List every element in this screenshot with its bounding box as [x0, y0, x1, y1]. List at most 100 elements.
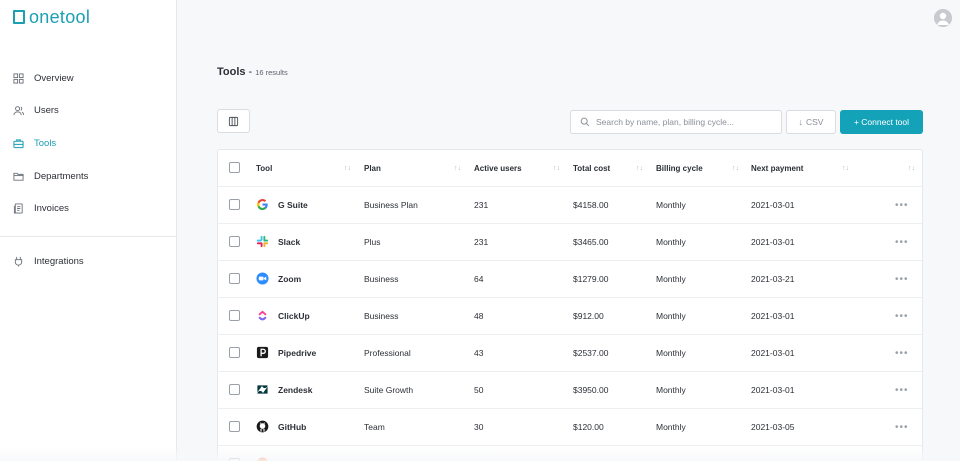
column-header-total-cost[interactable]: Total cost	[573, 150, 610, 186]
total-cost-cell: $3465.00	[573, 237, 609, 247]
briefcase-icon	[13, 138, 24, 149]
sort-icon[interactable]: ↑↓	[908, 150, 915, 186]
plan-cell: Suite Growth	[364, 385, 414, 395]
more-options-icon[interactable]: •••	[895, 335, 909, 371]
column-header-tool[interactable]: Tool	[256, 150, 272, 186]
tool-name[interactable]: Postman	[278, 446, 314, 461]
table-row[interactable]: Zoom Business 64 $1279.00 Monthly 2021-0…	[218, 261, 922, 298]
more-options-icon[interactable]: •••	[895, 446, 909, 461]
search-box[interactable]	[570, 110, 782, 134]
column-view-toggle-button[interactable]	[217, 109, 250, 133]
table-row[interactable]: ClickUp Business 48 $912.00 Monthly 2021…	[218, 298, 922, 335]
primary-nav: Overview Users Tools Departments Invoice…	[0, 62, 176, 225]
total-cost-cell: $4158.00	[573, 200, 609, 210]
tool-name[interactable]: Zendesk	[278, 372, 313, 408]
column-header-next-payment[interactable]: Next payment	[751, 150, 803, 186]
more-options-icon[interactable]: •••	[895, 298, 909, 334]
plan-cell: Team	[364, 446, 385, 461]
total-cost-cell: $912.00	[573, 311, 604, 321]
plan-cell: Business	[364, 311, 399, 321]
sort-icon[interactable]: ↑↓	[344, 150, 351, 186]
sidebar-item-label: Integrations	[34, 255, 84, 267]
more-options-icon[interactable]: •••	[895, 372, 909, 408]
row-checkbox[interactable]	[229, 421, 240, 432]
plan-cell: Team	[364, 422, 385, 432]
tools-table: Tool ↑↓ Plan ↑↓ Active users ↑↓ Total co…	[217, 149, 923, 461]
table-row[interactable]: G Suite Business Plan 231 $4158.00 Month…	[218, 187, 922, 224]
table-row[interactable]: Slack Plus 231 $3465.00 Monthly 2021-03-…	[218, 224, 922, 261]
sort-icon[interactable]: ↑↓	[842, 150, 849, 186]
more-options-icon[interactable]: •••	[895, 187, 909, 223]
active-users-cell: 30	[474, 446, 483, 461]
search-icon	[580, 117, 590, 127]
page-title-separator: -	[248, 66, 253, 78]
row-checkbox[interactable]	[229, 310, 240, 321]
search-input[interactable]	[596, 117, 771, 127]
total-cost-cell: $450.00	[573, 446, 604, 461]
table-header-row: Tool ↑↓ Plan ↑↓ Active users ↑↓ Total co…	[218, 150, 922, 187]
more-options-icon[interactable]: •••	[895, 409, 909, 445]
table-row[interactable]: GitHub Team 30 $120.00 Monthly 2021-03-0…	[218, 409, 922, 446]
next-payment-cell: 2021-03-01	[751, 385, 795, 395]
billing-cycle-cell: Monthly	[656, 422, 686, 432]
row-checkbox[interactable]	[229, 236, 240, 247]
billing-cycle-cell: Monthly	[656, 348, 686, 358]
sidebar-item-departments[interactable]: Departments	[0, 160, 176, 193]
active-users-cell: 231	[474, 200, 489, 210]
github-logo-icon	[256, 420, 269, 433]
sidebar-item-overview[interactable]: Overview	[0, 62, 176, 95]
logo-mark-icon	[13, 10, 25, 24]
sort-icon[interactable]: ↑↓	[636, 150, 643, 186]
plan-cell: Plus	[364, 237, 381, 247]
page-title-text: Tools	[217, 66, 246, 78]
table-row[interactable]: Pipedrive Professional 43 $2537.00 Month…	[218, 335, 922, 372]
sort-icon[interactable]: ↑↓	[732, 150, 739, 186]
active-users-cell: 50	[474, 385, 484, 395]
sort-icon[interactable]: ↑↓	[454, 150, 461, 186]
sidebar-item-integrations[interactable]: Integrations	[0, 245, 176, 278]
document-icon	[13, 203, 24, 214]
column-header-plan[interactable]: Plan	[364, 150, 381, 186]
sidebar-item-label: Users	[34, 105, 59, 117]
tool-name[interactable]: ClickUp	[278, 298, 310, 334]
user-avatar[interactable]	[934, 9, 952, 27]
users-icon	[13, 105, 24, 116]
select-all-checkbox[interactable]	[229, 162, 240, 173]
tool-name[interactable]: G Suite	[278, 187, 308, 223]
pipedrive-logo-icon	[256, 346, 269, 359]
plan-cell: Business Plan	[364, 200, 418, 210]
table-row[interactable]: Postman Team 30 $450.00 Monthly 2021-03-…	[218, 446, 922, 461]
row-checkbox[interactable]	[229, 273, 240, 284]
sidebar-item-invoices[interactable]: Invoices	[0, 192, 176, 225]
next-payment-cell: 2021-03-01	[751, 446, 794, 461]
column-header-active-users[interactable]: Active users	[474, 150, 522, 186]
tool-name[interactable]: Pipedrive	[278, 335, 316, 371]
tool-name[interactable]: Zoom	[278, 261, 301, 297]
column-header-billing-cycle[interactable]: Billing cycle	[656, 150, 703, 186]
connect-tool-button[interactable]: + Connect tool	[840, 110, 923, 134]
app-logo[interactable]: onetool	[13, 6, 91, 27]
tool-name[interactable]: GitHub	[278, 409, 306, 445]
app-name: onetool	[29, 6, 91, 27]
sort-icon[interactable]: ↑↓	[553, 150, 560, 186]
next-payment-cell: 2021-03-05	[751, 422, 795, 432]
sidebar-item-label: Tools	[34, 137, 57, 149]
page-title: Tools - 16 results	[217, 66, 288, 78]
secondary-nav: Integrations	[0, 245, 176, 278]
more-options-icon[interactable]: •••	[895, 224, 909, 260]
row-checkbox[interactable]	[229, 199, 240, 210]
sidebar-item-label: Departments	[34, 170, 89, 182]
next-payment-cell: 2021-03-21	[751, 274, 795, 284]
export-csv-button[interactable]: ↓ CSV	[786, 110, 836, 134]
row-checkbox[interactable]	[229, 347, 240, 358]
sidebar-item-users[interactable]: Users	[0, 95, 176, 128]
more-options-icon[interactable]: •••	[895, 261, 909, 297]
table-row[interactable]: Zendesk Suite Growth 50 $3950.00 Monthly…	[218, 372, 922, 409]
row-checkbox[interactable]	[229, 384, 240, 395]
tool-name[interactable]: Slack	[278, 224, 300, 260]
sidebar-item-tools[interactable]: Tools	[0, 127, 176, 160]
postman-logo-icon	[256, 457, 269, 461]
grid-icon	[13, 73, 24, 84]
active-users-cell: 64	[474, 274, 484, 284]
billing-cycle-cell: Monthly	[656, 446, 686, 461]
